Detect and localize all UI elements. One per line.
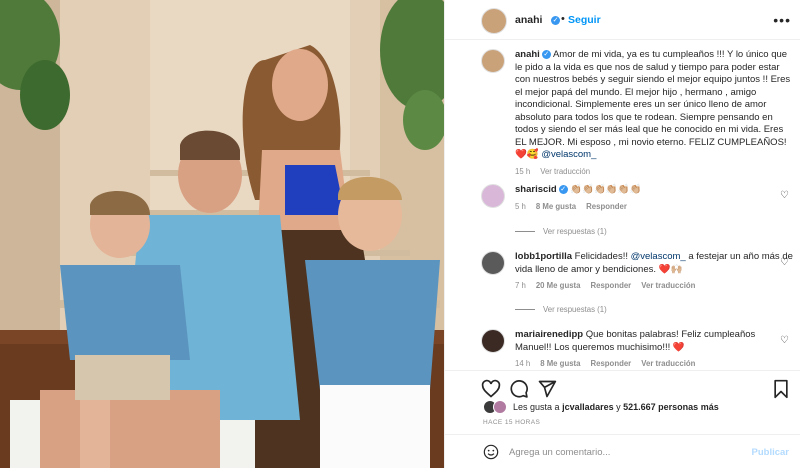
author-avatar[interactable] [481, 8, 507, 34]
view-replies-label: Ver respuestas (1) [543, 227, 607, 236]
replies-line [515, 231, 535, 232]
comment-avatar[interactable] [481, 329, 505, 353]
verified-badge-icon: ✓ [541, 49, 551, 59]
caption-avatar[interactable] [481, 49, 505, 73]
reply-button[interactable]: Responder [590, 359, 631, 368]
post-header: anahi ✓ • Seguir ••• [445, 0, 800, 40]
comment-item: shariscid ✓ 👏🏼👏🏼👏🏼👏🏼👏🏼👏🏼 5 h 8 Me gusta R… [481, 184, 793, 211]
comment-item: lobb1portilla Felicidades!! @velascom_ a… [481, 251, 793, 290]
comment-body: shariscid ✓ 👏🏼👏🏼👏🏼👏🏼👏🏼👏🏼 [515, 184, 793, 197]
caption-translate-link[interactable]: Ver traducción [540, 167, 590, 176]
action-bar [445, 370, 800, 404]
header-separator: • [561, 13, 565, 25]
comments-list[interactable]: anahi ✓ Amor de mi vida, ya es tu cumplea… [445, 41, 800, 370]
comment-heart-icon[interactable]: ♡ [780, 190, 789, 201]
comment-input[interactable] [509, 444, 729, 460]
heart-icon[interactable] [481, 379, 501, 399]
comment-text: Felicidades!! [574, 251, 628, 262]
comment-username[interactable]: mariairenedipp [515, 329, 583, 340]
replies-line [515, 309, 535, 310]
caption: anahi ✓ Amor de mi vida, ya es tu cumplea… [481, 49, 793, 176]
translate-link[interactable]: Ver traducción [641, 359, 695, 368]
emoji-icon[interactable] [483, 444, 499, 460]
comment-mention[interactable]: @velascom_ [631, 251, 686, 262]
comment-time[interactable]: 14 h [515, 359, 530, 368]
likes-count[interactable]: 521.667 personas más [623, 402, 719, 412]
reply-button[interactable]: Responder [590, 281, 631, 290]
likes-user[interactable]: jcvalladares [562, 402, 614, 412]
comment-time[interactable]: 5 h [515, 202, 526, 211]
comment-avatar[interactable] [481, 251, 505, 275]
likes-text: Les gusta a jcvalladares y 521.667 perso… [513, 402, 719, 412]
comment-heart-icon[interactable]: ♡ [780, 335, 789, 346]
caption-time[interactable]: 15 h [515, 167, 530, 176]
comment-body: mariairenedipp Que bonitas palabras! Fel… [515, 329, 793, 354]
family-photo-illustration [0, 0, 444, 468]
comment-username[interactable]: lobb1portilla [515, 251, 572, 262]
likes-summary[interactable]: Les gusta a jcvalladares y 521.667 perso… [483, 400, 719, 414]
post-sidebar: anahi ✓ • Seguir ••• anahi ✓ Amor de mi v… [444, 0, 800, 468]
comment-text: 👏🏼👏🏼👏🏼👏🏼👏🏼👏🏼 [570, 184, 642, 195]
comment-icon[interactable] [509, 379, 529, 399]
ellipsis-icon[interactable]: ••• [773, 12, 791, 28]
follow-button[interactable]: Seguir [568, 14, 601, 26]
caption-end-emojis: ❤️🥰 [515, 149, 539, 160]
caption-body: anahi ✓ Amor de mi vida, ya es tu cumplea… [515, 49, 793, 162]
comment-time[interactable]: 7 h [515, 281, 526, 290]
comment-username[interactable]: shariscid [515, 184, 557, 195]
caption-text: Amor de mi vida, ya es tu cumpleaños !!!… [515, 49, 791, 148]
caption-username[interactable]: anahi [515, 49, 540, 60]
comment-item: mariairenedipp Que bonitas palabras! Fel… [481, 329, 793, 368]
liker-avatar [493, 400, 507, 414]
comment-likes[interactable]: 20 Me gusta [536, 281, 581, 290]
comment-heart-icon[interactable]: ♡ [780, 257, 789, 268]
view-replies-button[interactable]: Ver respuestas (1) [515, 305, 607, 314]
verified-badge-icon: ✓ [551, 16, 560, 25]
comment-meta: 7 h 20 Me gusta Responder Ver traducción [515, 281, 793, 290]
caption-meta: 15 h Ver traducción [515, 167, 793, 176]
comment-meta: 14 h 8 Me gusta Responder Ver traducción [515, 359, 793, 368]
view-replies-button[interactable]: Ver respuestas (1) [515, 227, 607, 236]
caption-mention[interactable]: @velascom_ [541, 149, 596, 160]
comment-body: lobb1portilla Felicidades!! @velascom_ a… [515, 251, 793, 276]
publish-button[interactable]: Publicar [752, 447, 790, 458]
verified-badge-icon: ✓ [558, 184, 568, 194]
bookmark-icon[interactable] [771, 379, 791, 399]
comment-likes[interactable]: 8 Me gusta [540, 359, 580, 368]
author-username[interactable]: anahi [515, 14, 542, 26]
post-timestamp: HACE 15 HORAS [483, 419, 541, 426]
translate-link[interactable]: Ver traducción [641, 281, 695, 290]
share-icon[interactable] [537, 379, 557, 399]
comment-meta: 5 h 8 Me gusta Responder [515, 202, 793, 211]
likes-prefix: Les gusta a [513, 402, 560, 412]
comment-likes[interactable]: 8 Me gusta [536, 202, 576, 211]
likes-conj: y [616, 402, 621, 412]
view-replies-label: Ver respuestas (1) [543, 305, 607, 314]
add-comment-bar: Publicar [445, 434, 800, 468]
reply-button[interactable]: Responder [586, 202, 627, 211]
post-photo[interactable] [0, 0, 444, 468]
comment-avatar[interactable] [481, 184, 505, 208]
